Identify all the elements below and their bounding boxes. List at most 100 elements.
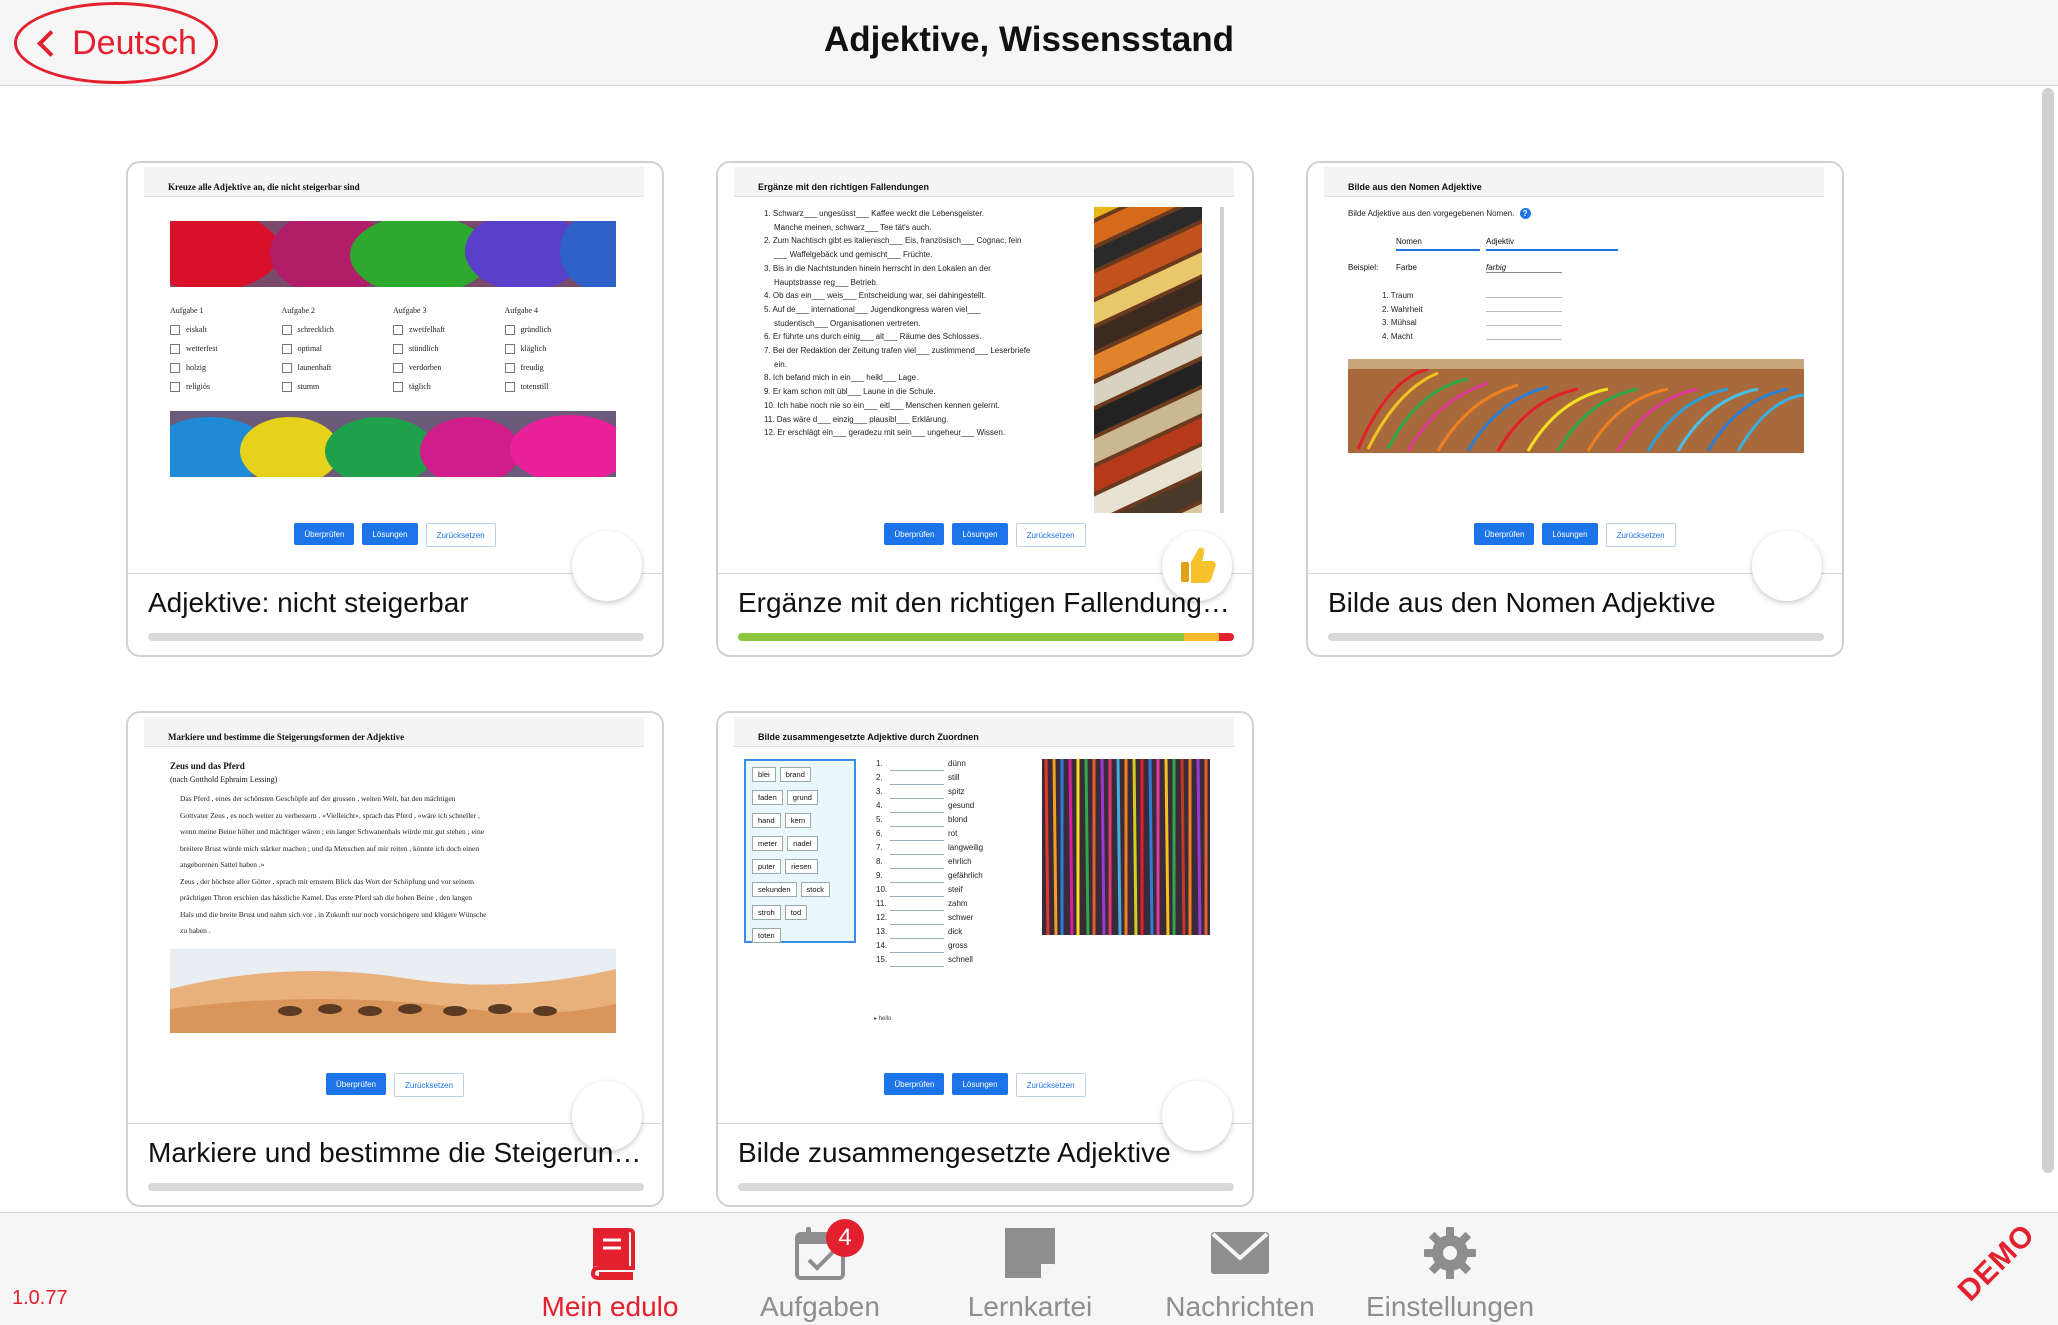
checkbox-item[interactable]: stündlich xyxy=(393,339,505,358)
match-row[interactable]: 11. zahm xyxy=(876,897,986,911)
check-button[interactable]: Überprüfen xyxy=(294,523,355,545)
tab-label: Mein edulo xyxy=(541,1291,679,1322)
word-chip[interactable]: tod xyxy=(784,905,808,920)
reset-button[interactable]: Zurücksetzen xyxy=(1015,523,1086,547)
match-row[interactable]: 2. still xyxy=(876,771,986,785)
checkbox-item[interactable]: schrecklich xyxy=(281,320,394,339)
check-button[interactable]: Überprüfen xyxy=(325,1073,386,1095)
reset-button[interactable]: Zurücksetzen xyxy=(425,523,496,547)
word-chip[interactable]: nadel xyxy=(787,836,818,851)
checkbox-item[interactable]: kläglich xyxy=(504,339,617,358)
checkbox-item[interactable]: optimal xyxy=(281,339,394,358)
word-chip[interactable]: grund xyxy=(786,790,818,805)
drop-slot[interactable] xyxy=(890,760,944,771)
help-icon[interactable]: ? xyxy=(1519,208,1531,219)
row-word: zahm xyxy=(948,899,968,908)
checkbox-item[interactable]: religiös xyxy=(170,377,282,396)
checkbox-item[interactable]: wetterfest xyxy=(170,339,282,358)
drop-slot[interactable] xyxy=(890,844,944,855)
tab-lernkartei[interactable]: Lernkartei xyxy=(940,1223,1120,1323)
word-chip[interactable]: hand xyxy=(752,813,781,828)
drop-slot[interactable] xyxy=(890,928,944,939)
aufgabe-label: Aufgabe 2 xyxy=(281,306,316,315)
word-chip[interactable]: toten xyxy=(752,928,781,943)
match-row[interactable]: 10. steif xyxy=(876,883,986,897)
word-chip[interactable]: stroh xyxy=(752,905,781,920)
exercise-card[interactable]: Kreuze alle Adjektive an, die nicht stei… xyxy=(126,161,664,657)
match-row[interactable]: 15. schnell xyxy=(876,953,986,967)
hint-toggle[interactable]: ▸ hello xyxy=(874,1015,891,1022)
check-button[interactable]: Überprüfen xyxy=(884,1073,945,1095)
vertical-scrollbar[interactable] xyxy=(2042,88,2054,1173)
drop-slot[interactable] xyxy=(890,886,944,897)
answer-field[interactable] xyxy=(1486,325,1562,326)
match-row[interactable]: 12. schwer xyxy=(876,911,986,925)
drop-slot[interactable] xyxy=(890,900,944,911)
row-number: 5. xyxy=(876,815,883,824)
match-row[interactable]: 8. ehrlich xyxy=(876,855,986,869)
drop-slot[interactable] xyxy=(890,788,944,799)
checkbox-item[interactable]: zweifelhaft xyxy=(393,320,505,339)
checkbox-item[interactable]: eiskalt xyxy=(170,320,282,339)
progress-segment xyxy=(1184,633,1220,641)
checkbox-item[interactable]: holzig xyxy=(170,358,282,377)
check-button[interactable]: Überprüfen xyxy=(884,523,945,545)
exercise-card[interactable]: Ergänze mit den richtigen Fallendungen 1… xyxy=(716,161,1254,657)
solutions-button[interactable]: Lösungen xyxy=(952,523,1008,545)
checkbox-item[interactable]: täglich xyxy=(393,377,505,396)
drop-slot[interactable] xyxy=(890,914,944,925)
drop-slot[interactable] xyxy=(890,872,944,883)
drop-slot[interactable] xyxy=(890,830,944,841)
word-chip[interactable]: stock xyxy=(800,882,831,897)
tab-aufgaben[interactable]: 4 Aufgaben xyxy=(730,1219,910,1323)
word-chip[interactable]: sekunden xyxy=(752,882,797,897)
word-chip[interactable]: meter xyxy=(752,836,784,851)
drop-slot[interactable] xyxy=(890,858,944,869)
checkbox-item[interactable]: freudig xyxy=(504,358,617,377)
reset-button[interactable]: Zurücksetzen xyxy=(394,1073,465,1097)
match-row[interactable]: 4. gesund xyxy=(876,799,986,813)
check-button[interactable]: Überprüfen xyxy=(1474,523,1535,545)
solutions-button[interactable]: Lösungen xyxy=(362,523,418,545)
drop-slot[interactable] xyxy=(890,802,944,813)
tab-mein-edulo[interactable]: Mein edulo xyxy=(520,1223,700,1323)
match-row[interactable]: 7. langweilig xyxy=(876,841,986,855)
inner-scrollbar xyxy=(1220,207,1224,513)
drop-slot[interactable] xyxy=(890,774,944,785)
tab-label: Aufgaben xyxy=(760,1291,880,1322)
match-row[interactable]: 14. gross xyxy=(876,939,986,953)
checkbox-item[interactable]: verdorben xyxy=(393,358,505,377)
word-chip[interactable]: kern xyxy=(784,813,812,828)
drop-slot[interactable] xyxy=(890,956,944,967)
answer-field[interactable] xyxy=(1486,339,1562,340)
word-chip[interactable]: brand xyxy=(779,767,811,782)
match-row[interactable]: 1. dünn xyxy=(876,757,986,771)
drop-slot[interactable] xyxy=(890,816,944,827)
checkbox-item[interactable]: gründlich xyxy=(504,320,617,339)
exercise-card[interactable]: Bilde aus den Nomen Adjektive Bilde Adje… xyxy=(1306,161,1844,657)
checkbox-item[interactable]: launenhaft xyxy=(281,358,394,377)
answer-field[interactable] xyxy=(1486,297,1562,298)
match-row[interactable]: 9. gefährlich xyxy=(876,869,986,883)
match-row[interactable]: 3. spitz xyxy=(876,785,986,799)
tab-nachrichten[interactable]: Nachrichten xyxy=(1150,1223,1330,1323)
word-chip[interactable]: riesen xyxy=(785,859,818,874)
word-chip[interactable]: puter xyxy=(752,859,782,874)
word-chip[interactable]: blei xyxy=(752,767,776,782)
answer-field[interactable] xyxy=(1486,311,1562,312)
reset-button[interactable]: Zurücksetzen xyxy=(1015,1073,1086,1097)
solutions-button[interactable]: Lösungen xyxy=(1542,523,1598,545)
checkbox-item[interactable]: totenstill xyxy=(504,377,617,396)
match-row[interactable]: 5. blond xyxy=(876,813,986,827)
threads-photo xyxy=(1042,759,1210,935)
tab-einstellungen[interactable]: Einstellungen xyxy=(1360,1223,1540,1323)
exercise-card[interactable]: Bilde zusammengesetzte Adjektive durch Z… xyxy=(716,711,1254,1207)
drop-slot[interactable] xyxy=(890,942,944,953)
reset-button[interactable]: Zurücksetzen xyxy=(1605,523,1676,547)
solutions-button[interactable]: Lösungen xyxy=(952,1073,1008,1095)
exercise-card[interactable]: Markiere und bestimme die Steigerungsfor… xyxy=(126,711,664,1207)
checkbox-item[interactable]: stumm xyxy=(281,377,394,396)
word-chip[interactable]: faden xyxy=(752,790,783,805)
match-row[interactable]: 6. rot xyxy=(876,827,986,841)
match-row[interactable]: 13. dick xyxy=(876,925,986,939)
